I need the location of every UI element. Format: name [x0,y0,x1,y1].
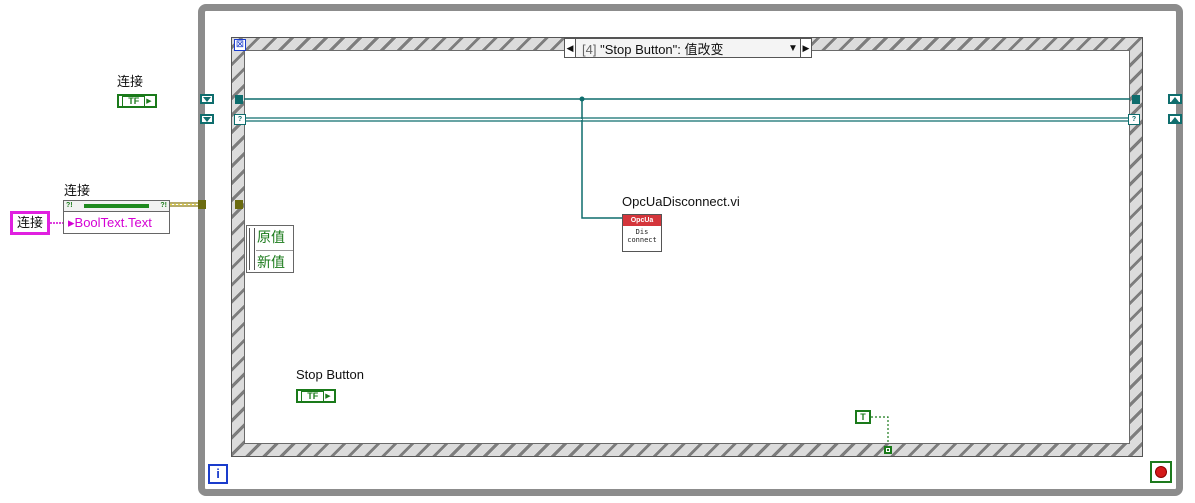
opcua-disconnect-subvi[interactable]: OpcUa Dis connect [622,214,662,252]
loop-tunnel-prop-ref[interactable] [198,200,206,209]
property-node[interactable]: ?! ?! ▸BoolText.Text [63,200,170,234]
stop-button-label: Stop Button [296,367,364,382]
loop-condition-terminal[interactable] [1150,461,1172,483]
case-selector-text: [4] "Stop Button": 值改变 [576,39,786,58]
wire-layer-inner [244,96,1130,444]
iteration-terminal[interactable]: i [208,464,228,484]
event-new-value[interactable]: 新值 [256,250,293,273]
shift-register-left-1[interactable] [200,94,214,104]
connect-bool-terminal[interactable]: TF ▶ [117,94,157,108]
string-constant[interactable]: 连接 [10,211,50,235]
property-node-header: ?! ?! [64,201,169,212]
event-tunnel-left-1[interactable] [235,95,243,104]
subvi-icon-text: Dis connect [627,228,657,244]
chevron-down-icon[interactable]: ▼ [786,43,800,54]
connect-bool-label: 连接 [117,74,144,89]
event-tunnel-prop-ref[interactable] [235,200,243,209]
next-case-arrow-icon[interactable]: ▶ [800,39,811,57]
true-constant[interactable]: T [855,410,871,424]
event-case-selector[interactable]: ◀ [4] "Stop Button": 值改变 ▼ ▶ [564,38,812,58]
subvi-label: OpcUaDisconnect.vi [622,194,740,209]
event-tunnel-left-2[interactable]: ? [234,114,246,125]
event-data-node[interactable]: 原值 新值 [246,225,294,273]
property-node-item[interactable]: ▸BoolText.Text [64,212,169,234]
event-old-value[interactable]: 原值 [257,226,285,248]
case-event-name: "Stop Button": 值改变 [600,41,724,57]
shift-register-right-2[interactable] [1168,114,1182,124]
shift-register-left-2[interactable] [200,114,214,124]
boolean-tunnel[interactable] [884,446,892,454]
stop-button-terminal[interactable]: TF ▶ [296,389,336,403]
event-tunnel-right-1[interactable] [1132,95,1140,104]
stop-icon [1156,467,1166,477]
dynamic-events-icon[interactable]: ⊠ [234,39,246,51]
prev-case-arrow-icon[interactable]: ◀ [565,39,576,57]
property-node-label: 连接 [64,183,91,198]
subvi-header: OpcUa [623,215,661,226]
case-index: [4] [582,41,597,57]
event-tunnel-right-2[interactable]: ? [1128,114,1140,125]
shift-register-right-1[interactable] [1168,94,1182,104]
